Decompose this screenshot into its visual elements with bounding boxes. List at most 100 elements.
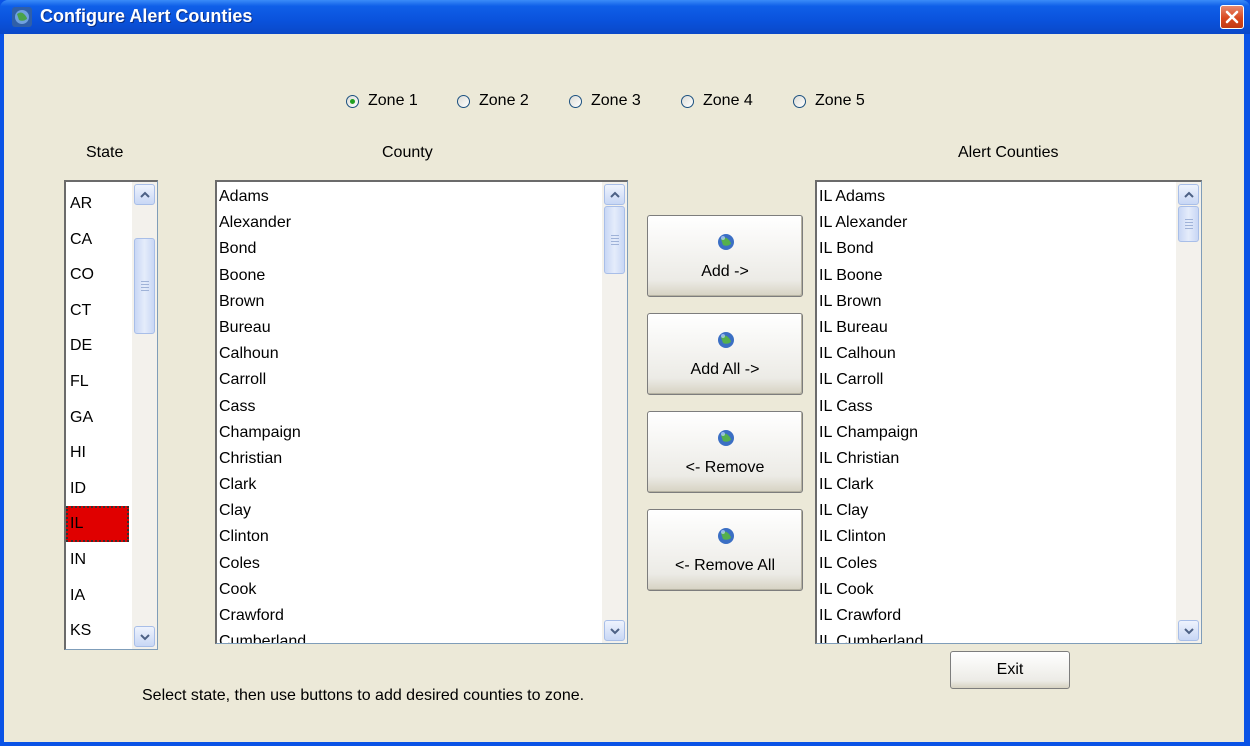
close-button[interactable] bbox=[1220, 5, 1244, 29]
state-list-item[interactable]: DE bbox=[66, 328, 131, 364]
scroll-up-button[interactable] bbox=[134, 184, 155, 205]
globe-icon bbox=[718, 430, 734, 446]
county-list-item[interactable]: Boone bbox=[217, 263, 601, 289]
scroll-thumb[interactable] bbox=[604, 206, 625, 274]
alert-county-list-item[interactable]: IL Cumberland bbox=[817, 629, 1175, 643]
alert-county-list-item[interactable]: IL Bureau bbox=[817, 315, 1175, 341]
alert-county-list-item[interactable]: IL Bond bbox=[817, 236, 1175, 262]
add-button-label: Add -> bbox=[701, 263, 749, 280]
scroll-down-button[interactable] bbox=[134, 626, 155, 647]
add-all-button[interactable]: Add All -> bbox=[647, 313, 803, 395]
zone-5-radio[interactable]: Zone 5 bbox=[793, 90, 865, 112]
alert-county-list-item[interactable]: IL Carroll bbox=[817, 367, 1175, 393]
alert-counties-scrollbar[interactable] bbox=[1176, 182, 1201, 643]
globe-icon bbox=[718, 332, 734, 348]
radio-unchecked-icon bbox=[793, 94, 806, 108]
alert-counties-label: Alert Counties bbox=[958, 144, 1059, 161]
chevron-down-icon bbox=[609, 627, 620, 634]
county-list-item[interactable]: Clark bbox=[217, 472, 601, 498]
zone-4-radio[interactable]: Zone 4 bbox=[681, 90, 753, 112]
alert-county-list-item[interactable]: IL Coles bbox=[817, 551, 1175, 577]
state-list-item[interactable]: CO bbox=[66, 257, 131, 293]
alert-county-list-item[interactable]: IL Clinton bbox=[817, 524, 1175, 550]
zone-3-radio[interactable]: Zone 3 bbox=[569, 90, 641, 112]
alert-counties-list-items: IL Adams IL Alexander IL Bond IL Boone IL Br… bbox=[817, 184, 1175, 643]
add-all-button-label: Add All -> bbox=[690, 361, 760, 378]
alert-county-list-item[interactable]: IL Champaign bbox=[817, 420, 1175, 446]
alert-county-list-item[interactable]: IL Alexander bbox=[817, 210, 1175, 236]
scroll-down-button[interactable] bbox=[604, 620, 625, 641]
exit-button[interactable]: Exit bbox=[950, 651, 1070, 689]
alert-county-list-item[interactable]: IL Boone bbox=[817, 263, 1175, 289]
alert-county-list-item[interactable]: IL Cass bbox=[817, 394, 1175, 420]
county-list-item[interactable]: Christian bbox=[217, 446, 601, 472]
scroll-down-button[interactable] bbox=[1178, 620, 1199, 641]
close-icon bbox=[1225, 10, 1239, 24]
scroll-up-button[interactable] bbox=[1178, 184, 1199, 205]
alert-county-list-item[interactable]: IL Cook bbox=[817, 577, 1175, 603]
state-list-item[interactable]: KS bbox=[66, 613, 131, 649]
alert-county-list-item[interactable]: IL Clay bbox=[817, 498, 1175, 524]
alert-county-list-item[interactable]: IL Calhoun bbox=[817, 341, 1175, 367]
zone-1-radio[interactable]: Zone 1 bbox=[346, 90, 418, 112]
alert-county-list-item[interactable]: IL Brown bbox=[817, 289, 1175, 315]
chevron-down-icon bbox=[139, 633, 150, 640]
scroll-thumb[interactable] bbox=[134, 238, 155, 334]
county-list-item[interactable]: Champaign bbox=[217, 420, 601, 446]
county-list-item[interactable]: Alexander bbox=[217, 210, 601, 236]
dialog-window: Configure Alert Counties Zone 1 Zone 2 Z… bbox=[0, 0, 1250, 746]
state-list-item[interactable]: GA bbox=[66, 400, 131, 436]
state-list-item[interactable]: FL bbox=[66, 364, 131, 400]
window-title: Configure Alert Counties bbox=[40, 6, 253, 26]
county-scrollbar[interactable] bbox=[602, 182, 627, 643]
alert-counties-listbox[interactable]: IL Adams IL Alexander IL Bond IL Boone IL Br… bbox=[815, 180, 1202, 644]
county-list-item[interactable]: Bond bbox=[217, 236, 601, 262]
zone-2-radio[interactable]: Zone 2 bbox=[457, 90, 529, 112]
state-listbox[interactable]: AR CA CO CT DE FL GA HI ID IL IN IA KS bbox=[64, 180, 158, 650]
zone-radio-group: Zone 1 Zone 2 Zone 3 Zone 4 Zone 5 bbox=[4, 90, 1244, 112]
alert-county-list-item[interactable]: IL Clark bbox=[817, 472, 1175, 498]
county-list-item[interactable]: Clay bbox=[217, 498, 601, 524]
state-list-item[interactable]: ID bbox=[66, 471, 131, 507]
state-list-item[interactable]: AR bbox=[66, 186, 131, 222]
county-list-item[interactable]: Crawford bbox=[217, 603, 601, 629]
add-button[interactable]: Add -> bbox=[647, 215, 803, 297]
county-list-item[interactable]: Coles bbox=[217, 551, 601, 577]
instructions-text: Select state, then use buttons to add de… bbox=[142, 687, 585, 704]
scroll-thumb[interactable] bbox=[1178, 206, 1199, 242]
dialog-client-area: Zone 1 Zone 2 Zone 3 Zone 4 Zone 5 State… bbox=[4, 34, 1244, 742]
county-list-item[interactable]: Cumberland bbox=[217, 629, 601, 643]
county-list-item[interactable]: Brown bbox=[217, 289, 601, 315]
county-list-item[interactable]: Adams bbox=[217, 184, 601, 210]
state-list-items: AR CA CO CT DE FL GA HI ID IL IN IA KS bbox=[66, 186, 131, 649]
state-label: State bbox=[86, 144, 124, 161]
alert-county-list-item[interactable]: IL Adams bbox=[817, 184, 1175, 210]
remove-button[interactable]: <- Remove bbox=[647, 411, 803, 493]
county-list-item[interactable]: Carroll bbox=[217, 367, 601, 393]
county-list-item[interactable]: Calhoun bbox=[217, 341, 601, 367]
county-list-item[interactable]: Cook bbox=[217, 577, 601, 603]
zone-label: Zone 1 bbox=[368, 92, 418, 109]
county-list-item[interactable]: Cass bbox=[217, 394, 601, 420]
state-list-item[interactable]: IL bbox=[66, 506, 129, 542]
remove-button-label: <- Remove bbox=[685, 459, 765, 476]
alert-county-list-item[interactable]: IL Crawford bbox=[817, 603, 1175, 629]
title-bar[interactable]: Configure Alert Counties bbox=[0, 0, 1250, 34]
state-scrollbar[interactable] bbox=[132, 182, 157, 649]
state-list-item[interactable]: IA bbox=[66, 578, 131, 614]
county-listbox[interactable]: Adams Alexander Bond Boone Brown Bureau Calhou… bbox=[215, 180, 628, 644]
county-list-item[interactable]: Clinton bbox=[217, 524, 601, 550]
chevron-up-icon bbox=[609, 191, 620, 198]
state-list-item[interactable]: HI bbox=[66, 435, 131, 471]
county-list-items: Adams Alexander Bond Boone Brown Bureau Calhou… bbox=[217, 184, 601, 643]
state-list-item[interactable]: IN bbox=[66, 542, 131, 578]
state-list-item[interactable]: CT bbox=[66, 293, 131, 329]
county-label: County bbox=[382, 144, 433, 161]
state-list-item[interactable]: CA bbox=[66, 222, 131, 258]
zone-label: Zone 2 bbox=[479, 92, 529, 109]
chevron-down-icon bbox=[1183, 627, 1194, 634]
scroll-up-button[interactable] bbox=[604, 184, 625, 205]
county-list-item[interactable]: Bureau bbox=[217, 315, 601, 341]
remove-all-button[interactable]: <- Remove All bbox=[647, 509, 803, 591]
alert-county-list-item[interactable]: IL Christian bbox=[817, 446, 1175, 472]
